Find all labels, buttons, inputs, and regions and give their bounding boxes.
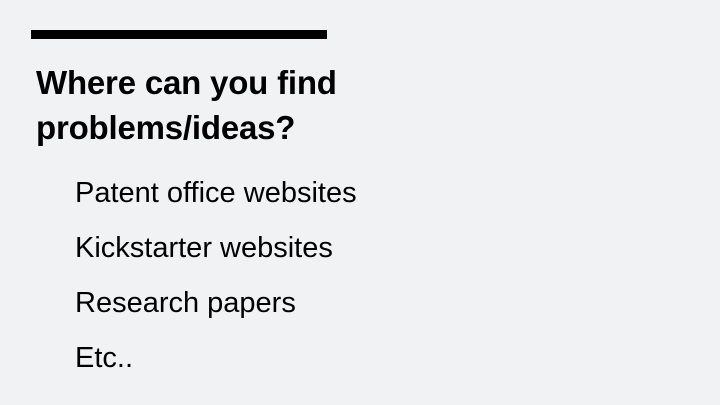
bullet-item-research-papers: Research papers bbox=[75, 287, 296, 319]
bullet-item-patent-office: Patent office websites bbox=[75, 177, 357, 209]
bullet-item-etc: Etc.. bbox=[75, 342, 134, 374]
slide-title: Where can you find problems/ideas? bbox=[36, 60, 596, 150]
slide-title-line-1: Where can you find bbox=[36, 64, 337, 101]
slide-title-line-2: problems/ideas? bbox=[36, 109, 296, 146]
slide: Where can you find problems/ideas? Paten… bbox=[0, 0, 720, 405]
bullet-item-kickstarter: Kickstarter websites bbox=[75, 232, 333, 264]
title-accent-bar bbox=[31, 30, 327, 39]
bullet-list: Patent office websites Kickstarter websi… bbox=[75, 166, 357, 386]
